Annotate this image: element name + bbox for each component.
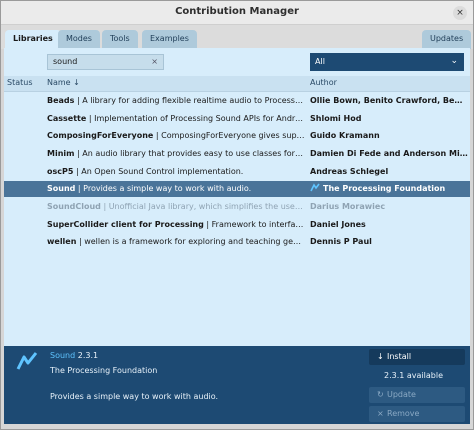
category-select[interactable]: All ⌄ [310,53,464,71]
library-author: Dennis P Paul [310,237,372,246]
tab-examples[interactable]: Examples [142,30,197,49]
library-author: Guido Kramann [310,131,380,140]
close-icon[interactable]: × [453,6,467,20]
library-author: Damien Di Fede and Anderson Mills [310,149,468,158]
library-author: Darius Morawiec [310,202,386,211]
column-header-status[interactable]: Status [7,78,33,87]
table-row[interactable]: Beads | A library for adding flexible re… [4,93,470,109]
clear-search-icon[interactable]: × [151,55,158,69]
table-row[interactable]: oscP5 | An Open Sound Control implementa… [4,164,470,180]
detail-name-link[interactable]: Sound [50,351,75,360]
library-desc: | ComposingForEveryone gives support… [153,131,305,140]
search-value: sound [53,57,78,66]
remove-button-label: Remove [387,409,420,418]
window-title: Contribution Manager [175,6,299,17]
titlebar: Contribution Manager × [1,1,473,25]
library-name-cell: Cassette | Implementation of Processing … [47,111,305,127]
library-name-cell: oscP5 | An Open Sound Control implementa… [47,164,305,180]
chevron-down-icon: ⌄ [450,56,458,66]
library-desc: | Unofficial Java library, which simplif… [100,202,305,211]
processing-logo-icon [310,183,320,192]
libraries-panel: sound × All ⌄ Status Name ↓ Author Beads… [4,48,470,346]
detail-panel: Sound 2.3.1 The Processing Foundation Pr… [4,346,470,424]
library-name: Cassette [47,114,87,123]
table-row[interactable]: Cassette | Implementation of Processing … [4,111,470,127]
processing-logo-icon [16,352,38,370]
library-name-cell: Minim | An audio library that provides e… [47,146,305,162]
library-name-cell: SoundCloud | Unofficial Java library, wh… [47,199,305,215]
library-name-cell: Beads | A library for adding flexible re… [47,93,305,109]
detail-version: 2.3.1 [75,351,99,360]
library-author: Andreas Schlegel [310,167,389,176]
tab-bar: Libraries Modes Tools Examples Updates [1,25,473,50]
install-button[interactable]: ↓ Install [369,349,465,365]
download-icon: ↓ [377,352,384,361]
update-icon: ↻ [377,390,384,399]
library-name-cell: wellen | wellen is a framework for explo… [47,234,305,250]
library-desc: | A library for adding flexible realtime… [74,96,305,105]
library-desc: | An Open Sound Control implementation. [73,167,244,176]
library-name: Minim [47,149,75,158]
contribution-manager-window: Contribution Manager × Libraries Modes T… [0,0,474,430]
library-desc: | An audio library that provides easy to… [74,149,305,158]
library-name: Sound [47,184,76,193]
library-name: SuperCollider client for Processing [47,220,204,229]
tab-updates[interactable]: Updates [422,30,472,49]
remove-button[interactable]: × Remove [369,406,465,422]
tab-modes[interactable]: Modes [58,30,100,49]
library-name: oscP5 [47,167,74,176]
library-name-cell: SuperCollider client for Processing | Fr… [47,217,305,233]
library-name: SoundCloud [47,202,101,211]
table-row[interactable]: SoundCloud | Unofficial Java library, wh… [4,199,470,215]
library-name-cell: ComposingForEveryone | ComposingForEvery… [47,128,305,144]
update-button[interactable]: ↻ Update [369,387,465,403]
remove-icon: × [377,409,384,418]
library-name: wellen [47,237,77,246]
library-author: Daniel Jones [310,220,366,229]
table-row[interactable]: SuperCollider client for Processing | Fr… [4,217,470,233]
library-name: ComposingForEveryone [47,131,154,140]
detail-title: Sound 2.3.1 [50,351,98,360]
column-header-name[interactable]: Name ↓ [47,78,80,87]
table-row[interactable]: Minim | An audio library that provides e… [4,146,470,162]
category-select-value: All [315,57,325,66]
table-row-selected[interactable]: Sound | Provides a simple way to work wi… [4,181,470,197]
install-button-label: Install [387,352,412,361]
library-name-cell: Sound | Provides a simple way to work wi… [47,181,305,197]
library-name: Beads [47,96,75,105]
tab-tools[interactable]: Tools [102,30,138,49]
library-author: The Processing Foundation [310,181,468,197]
available-version-text: 2.3.1 available [384,371,444,380]
library-author: Shlomi Hod [310,114,362,123]
library-author: Ollie Bown, Benito Crawford, Ben Po… [310,96,468,105]
detail-description: Provides a simple way to work with audio… [50,392,219,401]
library-author-name: The Processing Foundation [323,184,446,193]
detail-author: The Processing Foundation [50,366,158,375]
library-desc: | Framework to interface wit… [206,220,305,229]
library-desc: | wellen is a framework for exploring an… [76,237,305,246]
library-desc: | Provides a simple way to work with aud… [75,184,252,193]
update-button-label: Update [387,390,416,399]
table-row[interactable]: ComposingForEveryone | ComposingForEvery… [4,128,470,144]
table-row[interactable]: wellen | wellen is a framework for explo… [4,234,470,250]
table-header: Status Name ↓ Author [4,76,470,92]
column-header-author[interactable]: Author [310,78,337,87]
search-input[interactable]: sound × [47,54,164,70]
library-desc: | Implementation of Processing Sound API… [86,114,305,123]
tab-libraries[interactable]: Libraries [5,30,61,50]
